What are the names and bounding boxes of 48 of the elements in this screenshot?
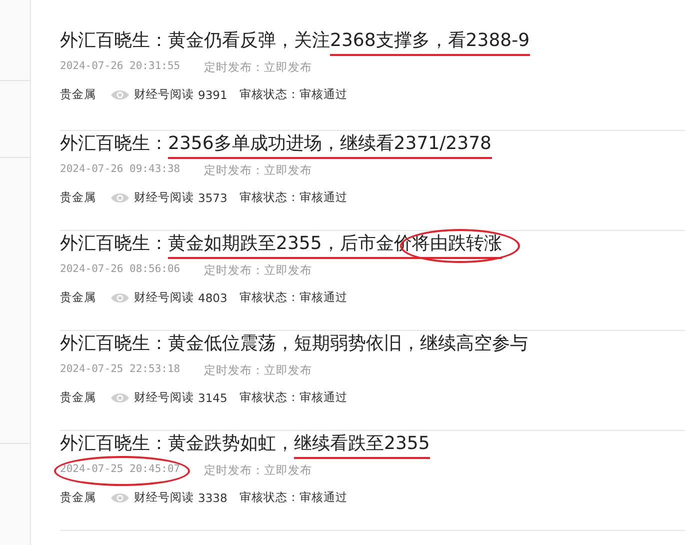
read-count: 3573 (198, 190, 228, 204)
schedule-value: 立即发布 (264, 263, 312, 278)
review-status: 审核通过 (299, 290, 348, 305)
review-status: 审核通过 (299, 490, 348, 505)
schedule-value: 立即发布 (264, 60, 312, 75)
review-label: 审核状态： (239, 190, 300, 205)
publish-time: 2024-07-25 22:53:18 (59, 362, 182, 377)
article-title[interactable]: 外汇百晓生：2356多单成功进场，继续看2371/2378 (60, 125, 685, 165)
read-count: 4803 (198, 290, 228, 304)
eye-icon (110, 192, 130, 204)
category-label: 贵金属 (60, 390, 96, 405)
reads-label: 财经号阅读 (134, 290, 194, 305)
review-label: 审核状态： (239, 390, 300, 405)
schedule-label: 定时发布： (204, 263, 264, 278)
review-label: 审核状态： (239, 290, 300, 305)
eye-icon (110, 88, 130, 100)
publish-time: 2024-07-26 09:43:38 (59, 162, 182, 177)
read-count: 3338 (198, 490, 228, 504)
article-title[interactable]: 外汇百晓生：黄金仍看反弹，关注2368支撑多，看2388-9 (60, 22, 685, 62)
review-status: 审核通过 (299, 87, 348, 102)
eye-icon (110, 492, 130, 504)
schedule-label: 定时发布： (204, 463, 264, 478)
reads-label: 财经号阅读 (134, 390, 194, 405)
read-count: 9391 (198, 88, 228, 102)
reads-label: 财经号阅读 (134, 190, 194, 205)
eye-icon (110, 392, 130, 404)
schedule-label: 定时发布： (204, 163, 264, 178)
review-label: 审核状态： (239, 490, 300, 505)
publish-time: 2024-07-26 08:56:06 (59, 262, 182, 277)
article-title[interactable]: 外汇百晓生：黄金低位震荡，短期弱势依旧，继续高空参与 (60, 325, 685, 365)
schedule-value: 立即发布 (264, 363, 312, 378)
publish-time: 2024-07-25 20:45:07 (54, 455, 192, 486)
category-label: 贵金属 (60, 490, 96, 505)
schedule-value: 立即发布 (264, 463, 312, 478)
category-label: 贵金属 (60, 190, 96, 205)
schedule-value: 立即发布 (264, 163, 312, 178)
category-label: 贵金属 (60, 290, 96, 305)
category-label: 贵金属 (60, 87, 96, 102)
review-label: 审核状态： (239, 87, 300, 102)
reads-label: 财经号阅读 (134, 87, 194, 102)
reads-label: 财经号阅读 (134, 490, 194, 505)
publish-time: 2024-07-26 20:31:55 (59, 59, 182, 74)
review-status: 审核通过 (299, 190, 348, 205)
review-status: 审核通过 (299, 390, 348, 405)
eye-icon (110, 292, 130, 304)
read-count: 3145 (198, 390, 228, 404)
schedule-label: 定时发布： (204, 60, 264, 75)
schedule-label: 定时发布： (204, 363, 264, 378)
